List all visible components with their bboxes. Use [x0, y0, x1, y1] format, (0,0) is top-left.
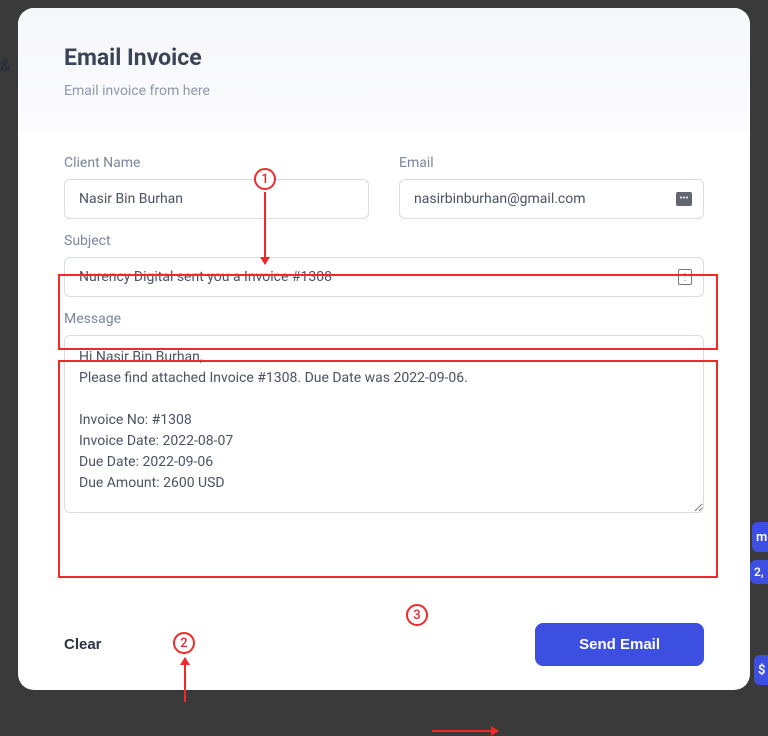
- background-button-fragment: m: [752, 522, 768, 552]
- background-page-fragment: &: [0, 56, 12, 76]
- email-field: Email •••: [399, 155, 704, 219]
- modal-title: Email Invoice: [64, 44, 704, 71]
- subject-input[interactable]: [64, 257, 704, 297]
- email-invoice-modal: Email Invoice Email invoice from here Cl…: [18, 8, 750, 690]
- message-field: Message: [64, 311, 704, 513]
- message-textarea[interactable]: [64, 335, 704, 513]
- message-label: Message: [64, 311, 704, 327]
- modal-body: Client Name Email ••• Subject: [18, 131, 750, 615]
- clear-button[interactable]: Clear: [64, 636, 102, 653]
- client-name-field: Client Name: [64, 155, 369, 219]
- modal-header: Email Invoice Email invoice from here: [18, 8, 750, 131]
- background-amount-fragment: 2,: [750, 560, 768, 584]
- email-input[interactable]: [399, 179, 704, 219]
- send-email-button[interactable]: Send Email: [535, 623, 704, 666]
- subject-field: Subject: [64, 233, 704, 297]
- modal-subtitle: Email invoice from here: [64, 83, 704, 99]
- client-name-input[interactable]: [64, 179, 369, 219]
- subject-label: Subject: [64, 233, 704, 249]
- annotation-arrow-3: [432, 730, 498, 732]
- email-label: Email: [399, 155, 704, 171]
- client-name-label: Client Name: [64, 155, 369, 171]
- background-button-fragment: $: [754, 655, 768, 685]
- modal-footer: Clear Send Email: [18, 615, 750, 690]
